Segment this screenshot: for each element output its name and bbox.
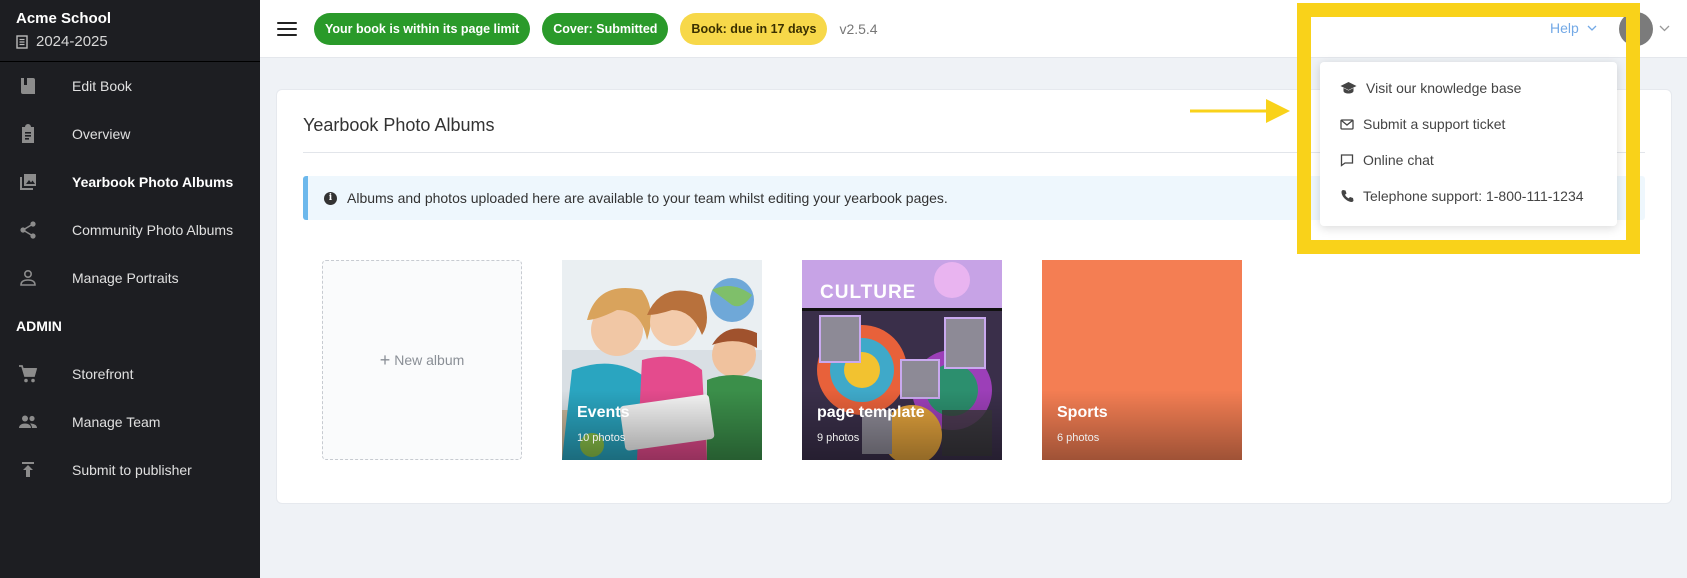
help-menu-online-chat[interactable]: Online chat [1320,142,1617,178]
new-album-button[interactable]: + New album [322,260,522,460]
album-card-events[interactable]: Events 10 photos [562,260,762,460]
school-name: Acme School [16,10,112,27]
sidebar-item-overview[interactable]: Overview [0,110,260,158]
sidebar-item-label: Yearbook Photo Albums [72,174,234,190]
album-name: Sports [1057,404,1108,421]
album-count: 10 photos [577,432,626,444]
chevron-down-icon[interactable] [1659,25,1670,32]
avatar[interactable]: S [1619,12,1653,46]
chat-icon [1340,154,1354,167]
help-menu-label: Telephone support: 1-800-111-1234 [1363,188,1584,204]
help-menu-telephone[interactable]: Telephone support: 1-800-111-1234 [1320,178,1617,214]
book-small-icon [16,34,28,49]
sidebar-item-label: Overview [72,126,131,142]
school-header[interactable]: Acme School 2024-2025 [0,0,260,62]
sidebar-item-label: Community Photo Albums [72,222,234,238]
person-icon [0,268,72,288]
help-dropdown-menu: Visit our knowledge base Submit a suppor… [1320,62,1617,226]
sidebar-item-storefront[interactable]: Storefront [0,350,260,398]
chevron-down-icon [1587,25,1597,31]
album-name: Events [577,404,630,421]
sidebar-item-manage-portraits[interactable]: Manage Portraits [0,254,260,302]
help-menu-label: Online chat [1363,152,1434,168]
album-shade [802,390,1002,460]
info-text: Albums and photos uploaded here are avai… [347,190,948,206]
album-count: 9 photos [817,432,860,444]
sidebar-item-edit-book[interactable]: Edit Book [0,62,260,110]
page-title: Yearbook Photo Albums [303,115,495,135]
album-card-sports[interactable]: Sports 6 photos [1042,260,1242,460]
help-menu-label: Visit our knowledge base [1366,80,1522,96]
clipboard-icon [0,124,72,144]
album-shade [1042,390,1242,460]
sidebar-item-label: Manage Team [72,414,161,430]
info-icon: i [324,191,337,205]
book-due-badge: Book: due in 17 days [680,12,828,45]
sidebar-item-label: Edit Book [72,78,132,94]
avatar-initial: S [1631,21,1641,37]
upload-icon [0,460,72,480]
team-icon [0,412,72,432]
album-count: 6 photos [1057,432,1100,444]
sidebar-item-label: Manage Portraits [72,270,179,286]
cover-status-badge: Cover: Submitted [542,12,669,45]
help-dropdown-toggle[interactable]: Help [1550,20,1597,36]
admin-heading: ADMIN [16,318,62,334]
hamburger-menu-icon[interactable] [277,21,297,37]
sidebar-item-yearbook-photo-albums[interactable]: Yearbook Photo Albums [0,158,260,206]
photo-album-icon [0,172,72,192]
help-label: Help [1550,20,1579,36]
envelope-icon [1340,119,1354,130]
sidebar-item-label: Storefront [72,366,134,382]
version-label: v2.5.4 [839,20,878,37]
new-album-label: New album [394,352,465,368]
help-menu-label: Submit a support ticket [1363,116,1506,132]
album-card-page-template[interactable]: CULTURE page template 9 photos [802,260,1002,460]
cart-icon [0,364,72,384]
album-name: page template [817,404,925,421]
graduation-cap-icon [1340,82,1357,94]
book-icon [0,76,72,96]
plus-icon: + [379,349,391,370]
help-menu-knowledge-base[interactable]: Visit our knowledge base [1320,70,1617,106]
album-shade [562,390,762,460]
sidebar-item-label: Submit to publisher [72,462,192,478]
school-year: 2024-2025 [16,33,244,50]
annotation-arrow-icon [1190,99,1290,123]
phone-icon [1341,190,1354,202]
share-icon [0,220,72,240]
topbar: Your book is within its page limit Cover… [260,0,1687,58]
sidebar-item-community-photo-albums[interactable]: Community Photo Albums [0,206,260,254]
sidebar-item-submit-to-publisher[interactable]: Submit to publisher [0,446,260,494]
sidebar-item-manage-team[interactable]: Manage Team [0,398,260,446]
help-menu-support-ticket[interactable]: Submit a support ticket [1320,106,1617,142]
template-culture-title: CULTURE [820,282,917,303]
page-limit-badge: Your book is within its page limit [314,12,531,45]
sidebar: Acme School 2024-2025 Edit Book Overview… [0,0,260,578]
school-year-label: 2024-2025 [36,33,108,50]
